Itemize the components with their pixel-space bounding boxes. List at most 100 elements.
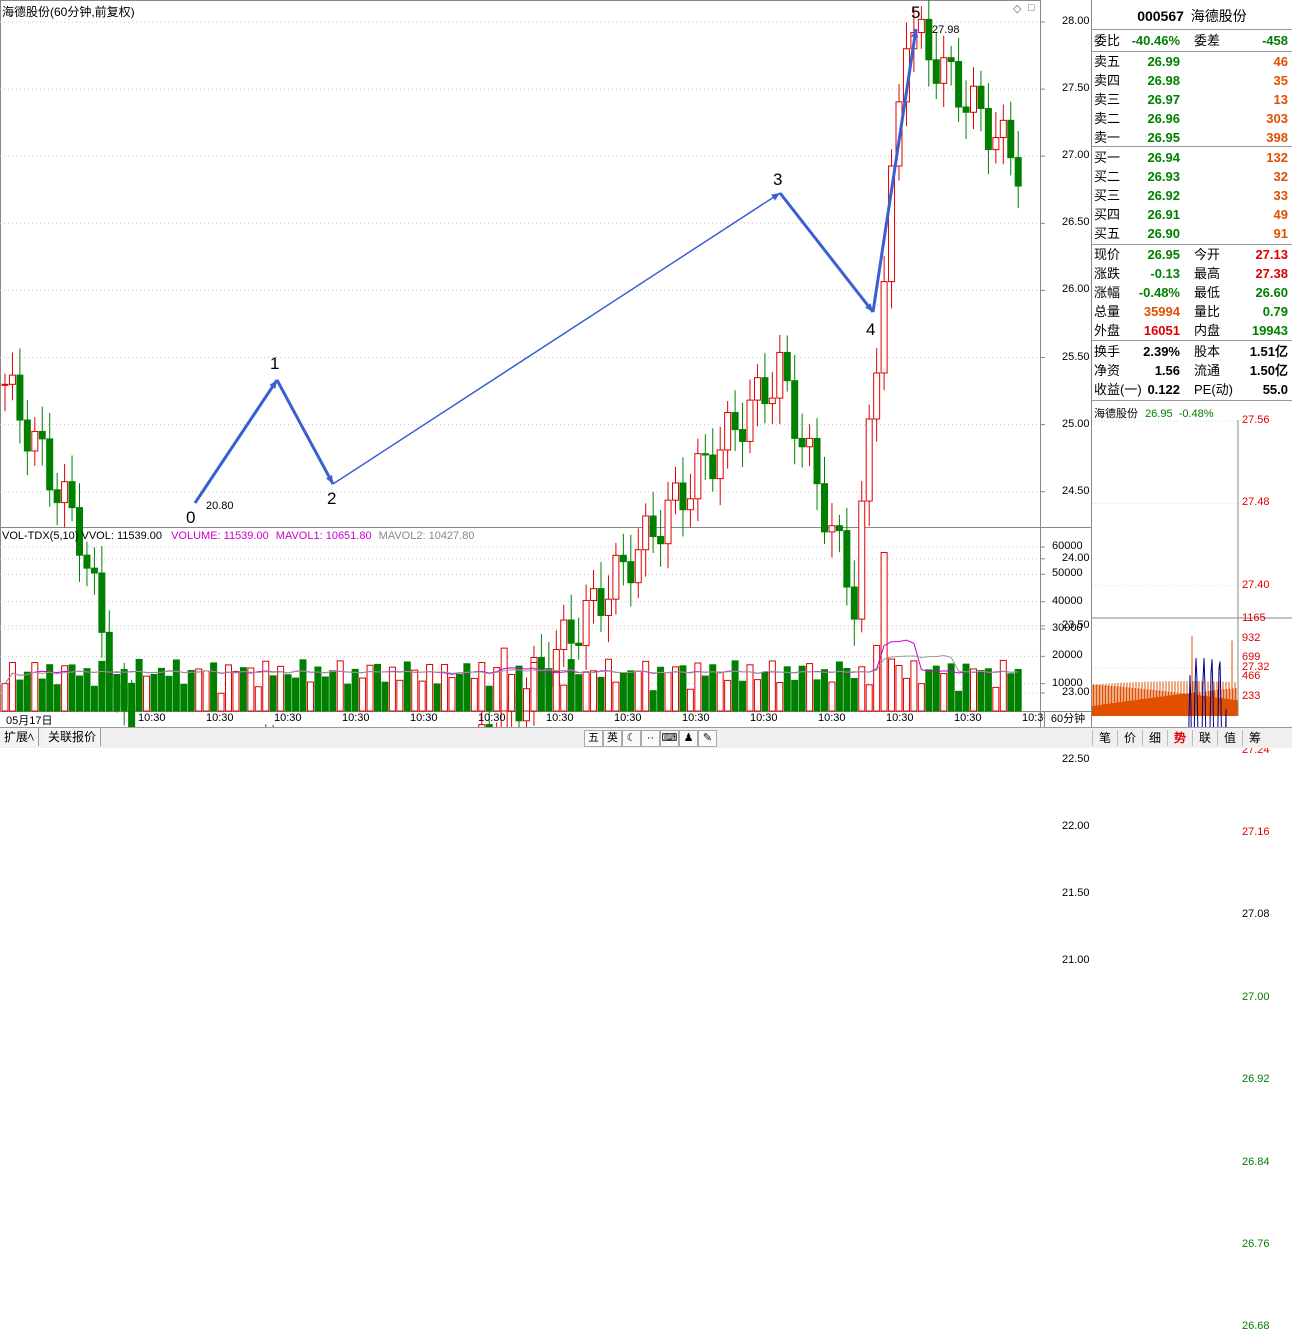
volume-tick-label: 40000 bbox=[1052, 594, 1083, 607]
price-tick-label: 22.50 bbox=[1062, 753, 1090, 766]
wave-segment bbox=[778, 192, 875, 313]
volume-bar bbox=[150, 673, 158, 712]
value: -0.48% bbox=[1138, 285, 1180, 300]
volume-bar bbox=[619, 672, 627, 712]
volume-bar bbox=[202, 670, 210, 712]
volume-bar bbox=[642, 660, 650, 712]
volume-bar bbox=[485, 685, 493, 712]
time-tick-label: 10:30 bbox=[614, 712, 642, 724]
value: 132 bbox=[1266, 150, 1288, 165]
mini-vol-label: 932 bbox=[1242, 631, 1261, 644]
candle-body bbox=[731, 412, 739, 431]
wave-segment bbox=[193, 379, 279, 504]
volume-bar bbox=[701, 675, 709, 712]
volume-bar bbox=[157, 667, 165, 712]
candle-body bbox=[604, 598, 612, 616]
volume-bar bbox=[508, 674, 516, 712]
divider bbox=[1092, 29, 1292, 30]
divider bbox=[1092, 400, 1292, 401]
volume-bar bbox=[396, 679, 404, 712]
stat-row: 现价 26.95 今开 27.13 bbox=[1092, 245, 1292, 264]
dots-icon[interactable]: ·· bbox=[641, 730, 660, 747]
candle-body bbox=[657, 535, 665, 545]
value: 26.93 bbox=[1147, 169, 1180, 184]
volume-tick-label: 50000 bbox=[1052, 567, 1083, 580]
candle-body bbox=[38, 430, 46, 440]
price-tick-label: 27.50 bbox=[1062, 82, 1090, 95]
volume-bar bbox=[552, 670, 560, 712]
period-selector[interactable]: 60分钟 bbox=[1044, 711, 1092, 728]
value: 26.97 bbox=[1147, 92, 1180, 107]
moon-icon[interactable]: ☾ bbox=[622, 730, 641, 747]
label: PE(动) bbox=[1194, 382, 1234, 397]
candle-body bbox=[679, 482, 687, 511]
volume-bar bbox=[16, 679, 24, 712]
right-tab[interactable]: 联 bbox=[1192, 730, 1217, 746]
time-tick-label: 10:30 bbox=[274, 712, 302, 724]
right-tab[interactable]: 势 bbox=[1167, 730, 1192, 746]
volume-tick-label: 60000 bbox=[1052, 540, 1083, 553]
volume-bar bbox=[791, 679, 799, 712]
volume-bar bbox=[135, 658, 143, 712]
volume-bar bbox=[180, 683, 188, 712]
volume-bar bbox=[649, 690, 657, 712]
candle-body bbox=[955, 61, 963, 108]
stat-row: 换手 2.39% 股本 1.51亿 bbox=[1092, 342, 1292, 361]
time-tick-label: 05月17日 bbox=[6, 715, 53, 727]
label: 量比 bbox=[1194, 304, 1221, 319]
volume-bar bbox=[277, 665, 285, 712]
right-tab[interactable]: 细 bbox=[1142, 730, 1167, 746]
candlestick-series bbox=[1, 0, 1022, 727]
volume-bar bbox=[895, 664, 903, 712]
volume-bar bbox=[843, 667, 851, 712]
keyboard-icon[interactable]: ⌨ bbox=[660, 730, 679, 747]
indicator-name[interactable]: VOL-TDX(5,10) bbox=[2, 530, 78, 542]
diamond-icon[interactable]: ◇ bbox=[1013, 2, 1021, 15]
volume-bar bbox=[381, 681, 389, 712]
five-icon[interactable]: 五 bbox=[584, 730, 603, 747]
english-icon[interactable]: 英 bbox=[603, 730, 622, 747]
mini-vol-label: 233 bbox=[1242, 689, 1261, 702]
wrench-icon[interactable]: ✎ bbox=[698, 730, 717, 747]
value: 398 bbox=[1266, 130, 1288, 145]
tab-related-quotes[interactable]: 关联报价 bbox=[44, 728, 102, 746]
price-tick-label: 24.00 bbox=[1062, 551, 1090, 564]
right-tab[interactable]: 筹 bbox=[1242, 730, 1267, 746]
low-price-label: 20.80 bbox=[206, 500, 234, 512]
volume-bar bbox=[992, 686, 1000, 712]
value: 26.90 bbox=[1147, 226, 1180, 241]
candle-body bbox=[90, 567, 98, 574]
candle-body bbox=[925, 18, 933, 61]
value: 1.50亿 bbox=[1249, 363, 1288, 378]
candle-body bbox=[798, 437, 806, 448]
volume-bar bbox=[1007, 673, 1015, 712]
volume-bar bbox=[955, 690, 963, 712]
price-tick-label: 28.00 bbox=[1062, 15, 1090, 27]
right-tab[interactable]: 笔 bbox=[1092, 730, 1117, 746]
volume-bar bbox=[344, 683, 352, 712]
user-icon[interactable]: ♟ bbox=[679, 730, 698, 747]
wave-label-3: 3 bbox=[773, 170, 783, 189]
label: 内盘 bbox=[1194, 323, 1221, 338]
candle-body bbox=[98, 572, 106, 633]
time-tick-label: 10:30 bbox=[682, 712, 710, 724]
candle-body bbox=[858, 500, 866, 620]
volume-bar bbox=[813, 679, 821, 712]
right-tab[interactable]: 值 bbox=[1217, 730, 1242, 746]
wave-label-0: 0 bbox=[186, 508, 196, 527]
label: 净资 bbox=[1094, 363, 1121, 378]
wave-label-5: 5 bbox=[911, 3, 921, 22]
volume-bar bbox=[314, 666, 322, 712]
close-icon[interactable]: □ bbox=[1028, 2, 1035, 14]
volume-bar bbox=[999, 659, 1007, 712]
volume-bar bbox=[105, 669, 113, 712]
value: 35994 bbox=[1143, 304, 1180, 319]
tab-expand[interactable]: 扩展ﾍ bbox=[0, 728, 40, 746]
volume-bar bbox=[232, 670, 240, 712]
volume-bar bbox=[537, 668, 545, 712]
right-tab[interactable]: 价 bbox=[1117, 730, 1142, 746]
label: 外盘 bbox=[1094, 323, 1121, 338]
volume-bar bbox=[612, 681, 620, 712]
candle-body bbox=[813, 437, 821, 485]
volume-bar bbox=[657, 666, 665, 712]
